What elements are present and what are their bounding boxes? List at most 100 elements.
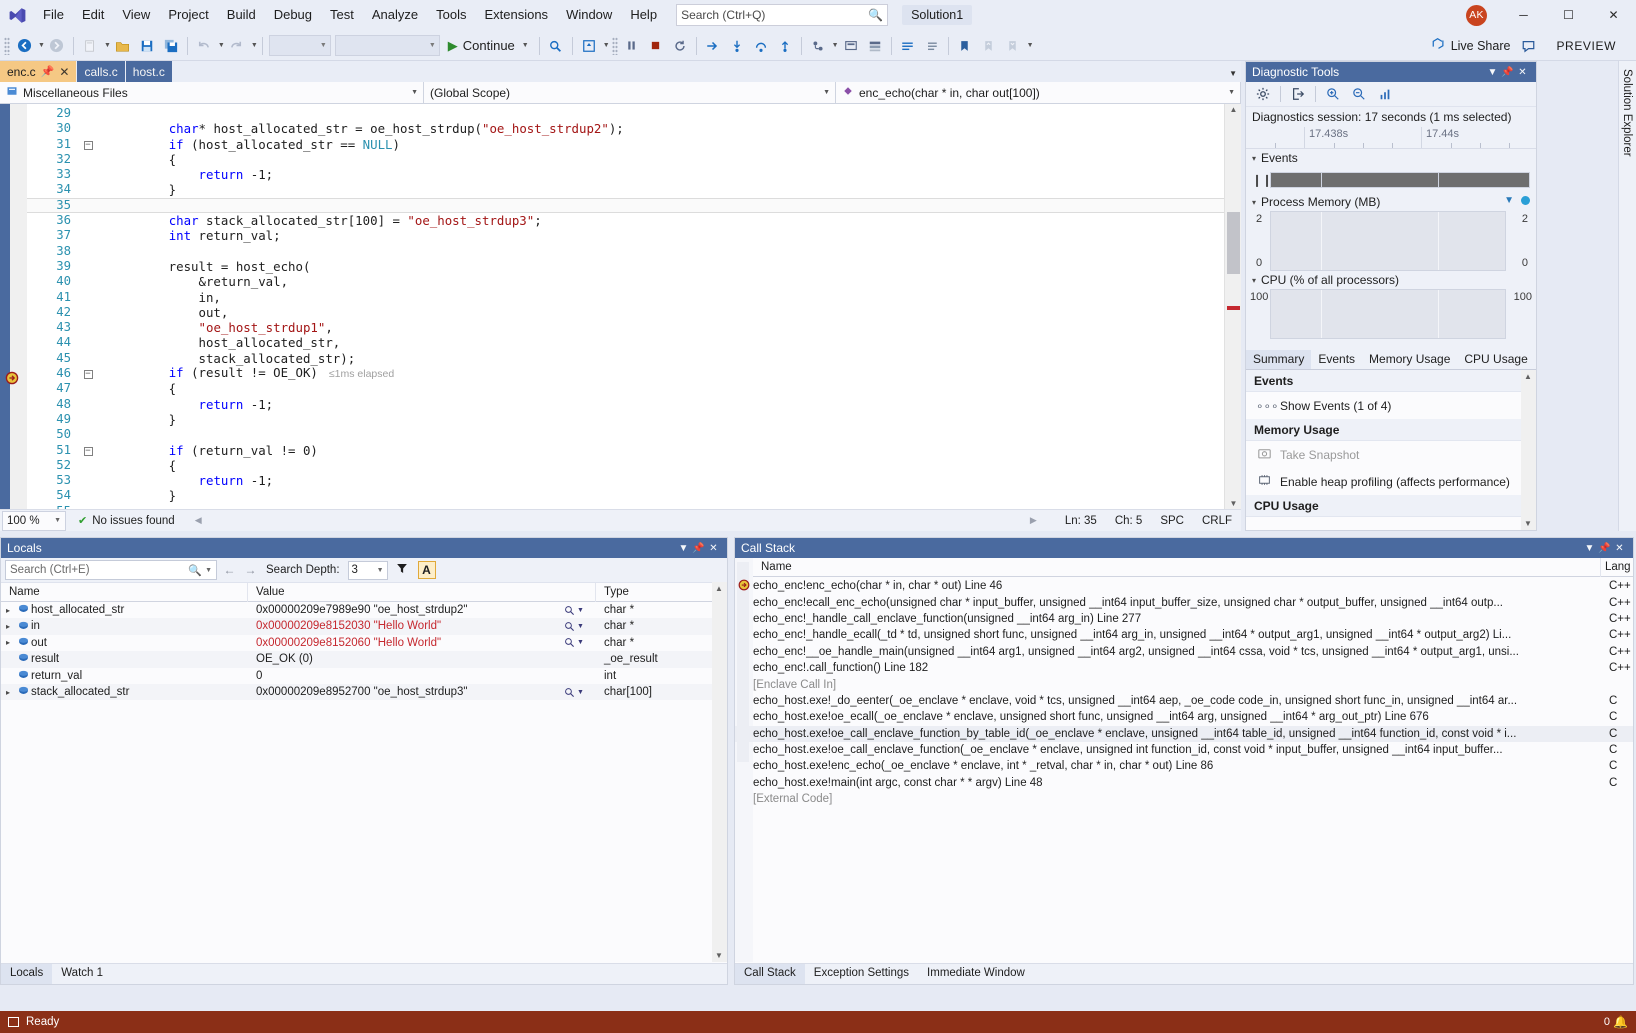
show-next-statement-icon[interactable] xyxy=(701,34,725,58)
call-stack-row[interactable]: echo_host.exe!oe_ecall(_oe_enclave * enc… xyxy=(735,709,1633,725)
value-visualizer-icon[interactable]: ▼ xyxy=(564,687,584,698)
continue-button[interactable]: ▶ Continue ▼ xyxy=(442,34,535,58)
minimize-button[interactable]: ─ xyxy=(1501,0,1546,31)
toolbar-grip[interactable] xyxy=(4,37,10,55)
value-visualizer-icon[interactable]: ▼ xyxy=(564,637,584,648)
locals-value-cell[interactable]: 0x00000209e8152030 "Hello World" xyxy=(248,618,596,634)
menu-item-debug[interactable]: Debug xyxy=(265,3,321,27)
column-header-lang[interactable]: Lang xyxy=(1601,558,1633,577)
expand-triangle-icon[interactable]: ▸ xyxy=(1,638,15,647)
solution-explorer-autohide-tab[interactable]: Solution Explorer xyxy=(1618,61,1636,531)
new-project-dropdown-icon[interactable]: ▼ xyxy=(104,42,111,49)
select-zoom-icon[interactable] xyxy=(1373,84,1397,105)
column-header-name[interactable]: Name xyxy=(1,583,248,602)
menu-item-help[interactable]: Help xyxy=(621,3,666,27)
locals-search-input[interactable]: Search (Ctrl+E) 🔍 ▼ xyxy=(5,560,217,580)
navigate-back-dropdown-icon[interactable]: ▼ xyxy=(38,42,45,49)
search-depth-combo[interactable]: 3 ▼ xyxy=(348,561,388,580)
show-events-link[interactable]: ∘∘∘ Show Events (1 of 4) xyxy=(1246,392,1536,419)
locals-value-cell[interactable]: OE_OK (0) xyxy=(248,651,596,667)
tab-overflow-icon[interactable]: ▼ xyxy=(1229,69,1237,78)
match-case-button[interactable]: A xyxy=(418,561,436,579)
scroll-down-icon[interactable]: ▼ xyxy=(1524,519,1532,528)
editor-tab-enc-c[interactable]: enc.c 📌 ✕ xyxy=(0,61,76,82)
code-line[interactable]: 51− if (return_val != 0) xyxy=(27,443,1241,458)
code-line[interactable]: 41 in, xyxy=(27,290,1241,305)
pin-icon[interactable]: 📌 xyxy=(691,543,706,554)
issues-indicator[interactable]: ✔ No issues found xyxy=(78,514,175,527)
column-header-value[interactable]: Value xyxy=(248,583,596,602)
call-stack-row[interactable]: echo_enc!ecall_enc_echo(unsigned char * … xyxy=(735,594,1633,610)
call-stack-row[interactable]: echo_host.exe!enc_echo(_oe_enclave * enc… xyxy=(735,758,1633,774)
value-visualizer-icon[interactable]: ▼ xyxy=(564,621,584,632)
value-visualizer-icon[interactable]: ▼ xyxy=(564,605,584,616)
process-memory-section-header[interactable]: ▾ Process Memory (MB) ▼ xyxy=(1246,193,1536,211)
threads-icon[interactable] xyxy=(806,34,830,58)
code-line[interactable]: 37 int return_val; xyxy=(27,228,1241,243)
code-line[interactable]: 31− if (host_allocated_str == NULL) xyxy=(27,137,1241,152)
locals-row[interactable]: return_val0int xyxy=(1,668,727,684)
tab-summary[interactable]: Summary xyxy=(1246,350,1311,369)
code-line[interactable]: 29 xyxy=(27,106,1241,121)
locals-row[interactable]: ▸in0x00000209e8152030 "Hello World"▼char… xyxy=(1,618,727,634)
new-project-icon[interactable] xyxy=(78,34,102,58)
platform-combo[interactable]: ▼ xyxy=(335,35,440,56)
scroll-up-icon[interactable]: ▲ xyxy=(1228,105,1239,114)
zoom-level-combo[interactable]: 100 % ▼ xyxy=(2,511,66,531)
undo-dropdown-icon[interactable]: ▼ xyxy=(218,42,225,49)
menu-item-edit[interactable]: Edit xyxy=(73,3,113,27)
tab-events[interactable]: Events xyxy=(1311,350,1362,369)
stack-frame-icon[interactable] xyxy=(863,34,887,58)
code-line[interactable]: 35 xyxy=(27,198,1241,213)
close-icon[interactable]: ✕ xyxy=(59,65,69,79)
code-line[interactable]: 47 { xyxy=(27,381,1241,396)
eol-indicator[interactable]: CRLF xyxy=(1193,515,1241,527)
call-stack-row[interactable]: [External Code] xyxy=(735,791,1633,807)
search-next-button[interactable]: → xyxy=(242,563,259,577)
chevron-down-icon[interactable]: ▼ xyxy=(676,543,691,554)
collapse-region-icon[interactable]: − xyxy=(80,443,96,458)
column-header-name[interactable]: Name xyxy=(753,558,1601,577)
navigate-forward-icon[interactable] xyxy=(45,34,69,58)
code-line[interactable]: 43 "oe_host_strdup1", xyxy=(27,320,1241,335)
zoom-in-icon[interactable] xyxy=(1321,84,1345,105)
call-stack-row[interactable]: echo_host.exe!main(int argc, const char … xyxy=(735,775,1633,791)
code-line[interactable]: 50 xyxy=(27,427,1241,442)
expand-triangle-icon[interactable]: ▸ xyxy=(1,606,15,615)
perf-tip-elapsed[interactable]: ≤1ms elapsed xyxy=(329,368,394,380)
scroll-down-icon[interactable]: ▼ xyxy=(1228,499,1239,508)
code-line[interactable]: 44 host_allocated_str, xyxy=(27,335,1241,350)
step-into-icon[interactable] xyxy=(725,34,749,58)
collapse-region-icon[interactable]: − xyxy=(80,137,96,152)
process-memory-graph[interactable] xyxy=(1270,211,1506,271)
code-line[interactable]: 38 xyxy=(27,244,1241,259)
call-stack-row[interactable]: echo_enc!__oe_handle_main(unsigned __int… xyxy=(735,644,1633,660)
locals-row[interactable]: resultOE_OK (0)_oe_result xyxy=(1,651,727,667)
menu-item-analyze[interactable]: Analyze xyxy=(363,3,427,27)
close-button[interactable]: ✕ xyxy=(1591,0,1636,31)
redo-dropdown-icon[interactable]: ▼ xyxy=(251,42,258,49)
locals-row[interactable]: ▸out0x00000209e8152060 "Hello World"▼cha… xyxy=(1,635,727,651)
cpu-section-header[interactable]: ▾ CPU (% of all processors) xyxy=(1246,271,1536,289)
chevron-down-icon[interactable]: ▼ xyxy=(205,567,212,574)
code-text-area[interactable]: 2930 char* host_allocated_str = oe_host_… xyxy=(27,104,1241,509)
pin-icon[interactable]: 📌 xyxy=(1500,67,1515,78)
code-line[interactable]: 32 { xyxy=(27,152,1241,167)
locals-row[interactable]: ▸stack_allocated_str0x00000209e8952700 "… xyxy=(1,684,727,700)
locals-value-cell[interactable]: 0x00000209e8152060 "Hello World" xyxy=(248,635,596,651)
editor-tab-calls-c[interactable]: calls.c xyxy=(77,61,124,82)
code-line[interactable]: 48 return -1; xyxy=(27,397,1241,412)
tab-cpu-usage[interactable]: CPU Usage xyxy=(1457,350,1534,369)
open-file-icon[interactable] xyxy=(111,34,135,58)
maximize-button[interactable]: ☐ xyxy=(1546,0,1591,31)
scrollbar-thumb[interactable] xyxy=(1227,212,1240,274)
expand-triangle-icon[interactable]: ▸ xyxy=(1,688,15,697)
pause-icon[interactable] xyxy=(620,34,644,58)
quick-launch-search[interactable]: Search (Ctrl+Q) 🔍 xyxy=(676,4,888,26)
next-bookmark-icon[interactable] xyxy=(1001,34,1025,58)
tab-exception-settings[interactable]: Exception Settings xyxy=(805,964,918,984)
code-line[interactable]: 53 return -1; xyxy=(27,473,1241,488)
call-stack-row[interactable]: echo_host.exe!_do_eenter(_oe_enclave * e… xyxy=(735,693,1633,709)
locals-value-cell[interactable]: 0x00000209e7989e90 "oe_host_strdup2" xyxy=(248,602,596,618)
code-line[interactable]: 45 stack_allocated_str); xyxy=(27,351,1241,366)
